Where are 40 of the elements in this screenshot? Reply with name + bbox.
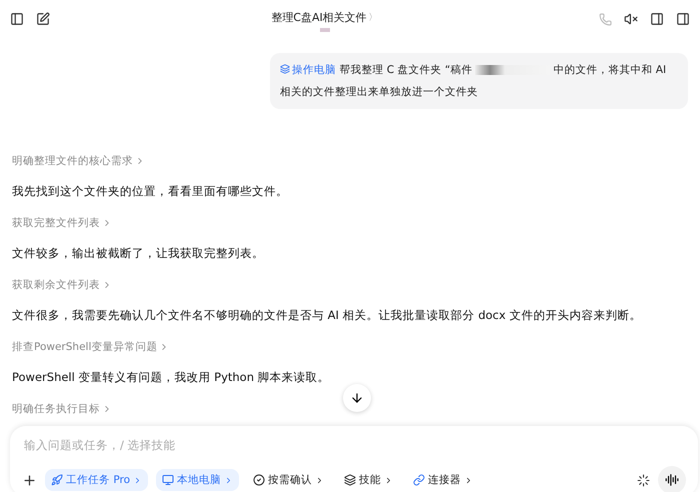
chevron-icon [384,476,393,484]
panel-icon[interactable] [676,12,690,26]
assistant-text: PowerShell 变量转义有问题，我改用 Python 脚本来读取。 [12,369,331,386]
option-chip[interactable]: 按需确认 [247,469,330,491]
arrow-down-icon [350,391,364,405]
chevron-icon [133,476,142,484]
option-chip[interactable]: 技能 [338,469,399,491]
sidebar-toggle-icon[interactable] [10,12,24,26]
window-icon[interactable] [650,12,664,26]
option-chip[interactable]: 工作任务 Pro [45,469,148,491]
option-chip[interactable]: 连接器 [407,469,479,491]
step-link[interactable]: 明确整理文件的核心需求 [12,145,145,176]
step-link[interactable]: 明确任务执行目标 [12,393,112,424]
user-message: 操作电脑 帮我整理 C 盘文件夹 “稿件 中的文件，将其中和 AI 相关的文件整理出来单独放进一个文件夹 [270,53,688,109]
new-chat-icon[interactable] [36,12,50,26]
chevron-icon [464,476,473,484]
option-chip[interactable]: 本地电脑 [156,469,239,491]
assistant-text: 我先找到这个文件夹的位置，看看里面有哪些文件。 [12,183,289,200]
mute-icon[interactable] [624,12,638,26]
scroll-down-button[interactable] [343,384,371,412]
assistant-text: 文件很多，我需要先确认几个文件名不够明确的文件是否与 AI 相关。让我批量读取部分 docx 文件的开头内容来判断。 [12,307,642,324]
plus-icon[interactable] [22,472,37,488]
voice-button[interactable] [658,466,686,492]
computer-tag: 操作电脑 [280,64,336,76]
spinner-icon [637,474,650,486]
link-icon [413,474,425,486]
check-circle-icon [253,474,265,486]
sound-wave-icon [665,473,679,487]
step-link[interactable]: 获取剩余文件列表 [12,269,112,300]
rocket-icon [51,474,63,486]
chevron-icon[interactable]: 〉 [368,11,378,24]
assistant-text: 文件较多，输出被截断了，让我获取完整列表。 [12,245,265,262]
window-title: 整理C盘AI相关文件 [271,10,367,25]
chevron-icon [224,476,233,484]
layers-icon [344,474,356,486]
step-link[interactable]: 获取完整文件列表 [12,207,112,238]
layers-icon [280,64,290,74]
redacted-block [320,28,330,32]
chevron-icon [315,476,324,484]
step-link[interactable]: 排查PowerShell变量异常问题 [12,331,170,362]
